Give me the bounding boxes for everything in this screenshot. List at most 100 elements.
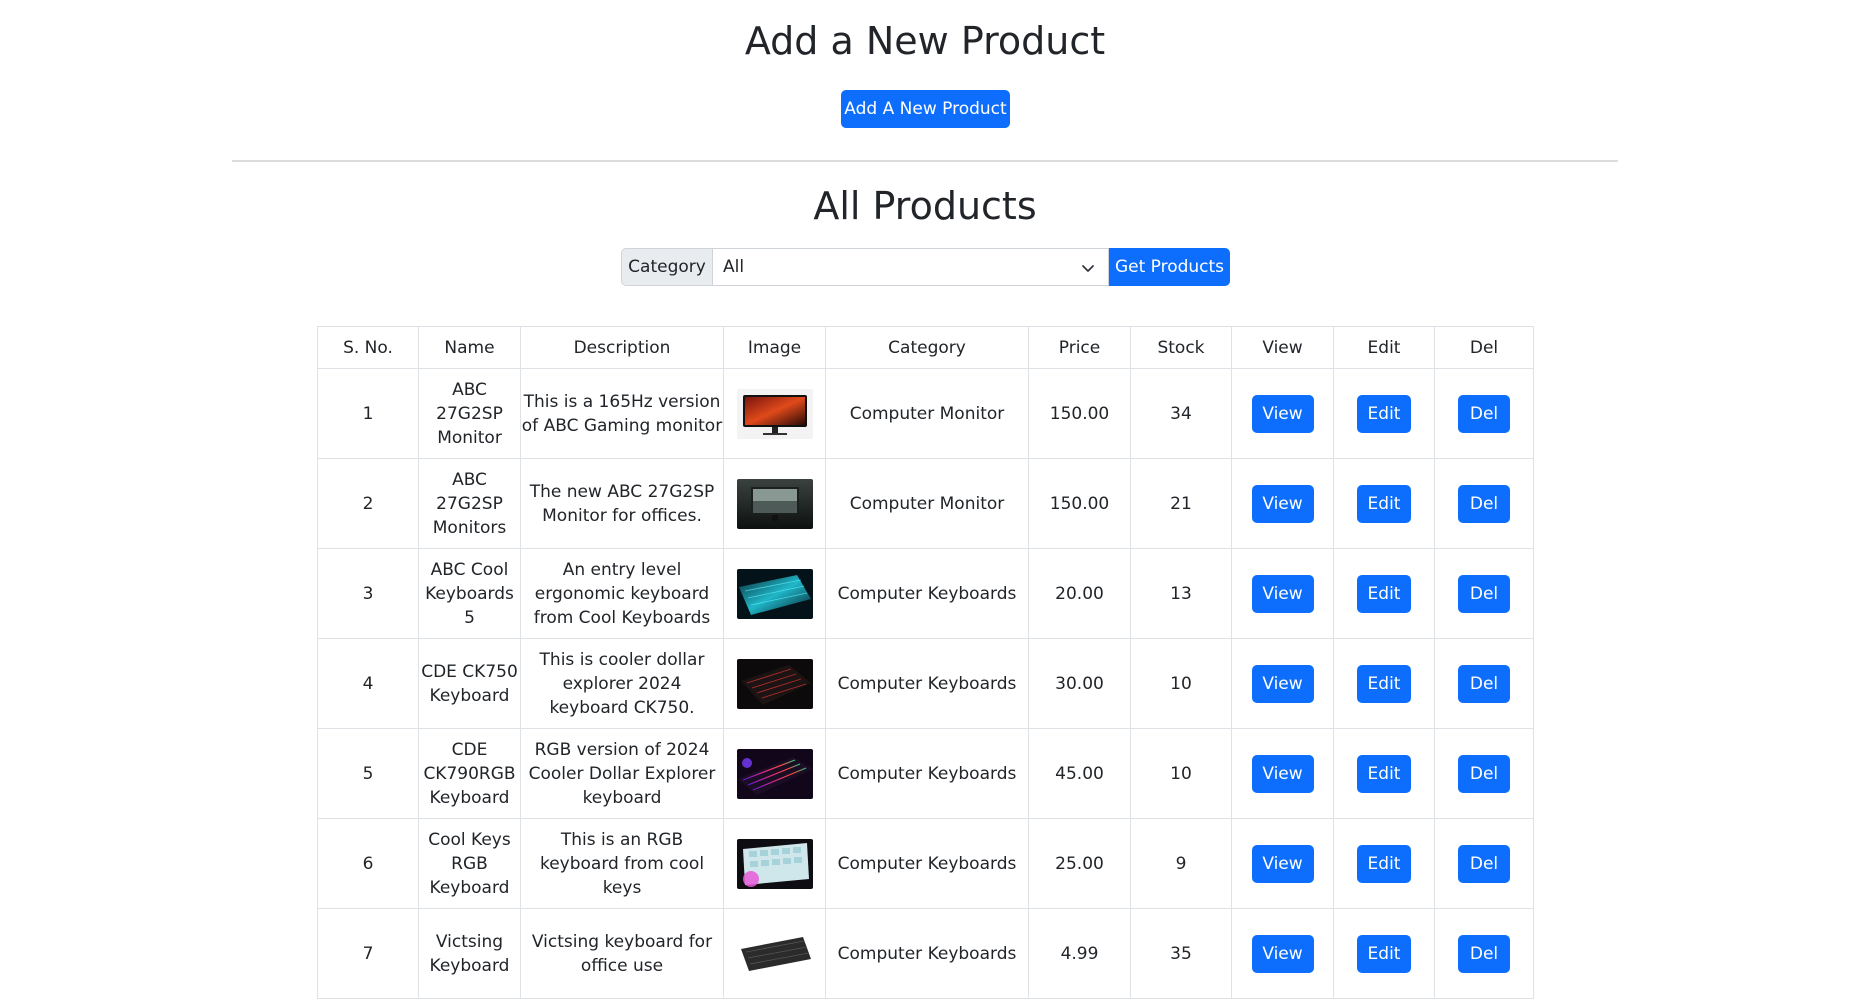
- product-thumbnail-keyboard-red: [736, 658, 813, 709]
- product-thumbnail-keyboard-cyan: [736, 568, 813, 619]
- cell-sno: 3: [317, 548, 419, 639]
- cell-category: Computer Keyboards: [825, 818, 1029, 909]
- cell-stock: 21: [1130, 458, 1232, 549]
- cell-sno: 5: [317, 728, 419, 819]
- page: Add a New Product Add A New Product All …: [0, 0, 1850, 999]
- cell-name: ABC 27G2SP Monitor: [418, 368, 521, 459]
- table-row: 5 CDE CK790RGB Keyboard RGB version of 2…: [317, 728, 1534, 819]
- cell-stock: 9: [1130, 818, 1232, 909]
- delete-button[interactable]: Del: [1458, 934, 1510, 973]
- cell-name: CDE CK750 Keyboard: [418, 638, 521, 729]
- edit-button[interactable]: Edit: [1357, 394, 1411, 433]
- cell-price: 150.00: [1028, 458, 1131, 549]
- view-button[interactable]: View: [1251, 574, 1314, 613]
- table-row: 3 ABC Cool Keyboards 5 An entry level er…: [317, 548, 1534, 639]
- cell-description: RGB version of 2024 Cooler Dollar Explor…: [520, 728, 724, 819]
- cell-price: 150.00: [1028, 368, 1131, 459]
- view-button[interactable]: View: [1251, 934, 1314, 973]
- cell-price: 25.00: [1028, 818, 1131, 909]
- delete-button[interactable]: Del: [1458, 754, 1510, 793]
- cell-category: Computer Keyboards: [825, 548, 1029, 639]
- chevron-down-icon: [1082, 265, 1094, 272]
- cell-name: ABC 27G2SP Monitors: [418, 458, 521, 549]
- cell-price: 45.00: [1028, 728, 1131, 819]
- cell-category: Computer Keyboards: [825, 908, 1029, 999]
- cell-description: This is cooler dollar explorer 2024 keyb…: [520, 638, 724, 729]
- cell-image: [723, 818, 826, 909]
- cell-price: 30.00: [1028, 638, 1131, 729]
- product-thumbnail-monitor-dark: [736, 478, 813, 529]
- cell-image: [723, 638, 826, 729]
- cell-name: Victsing Keyboard: [418, 908, 521, 999]
- edit-button[interactable]: Edit: [1357, 844, 1411, 883]
- category-select-value: All: [723, 257, 745, 277]
- edit-button[interactable]: Edit: [1357, 934, 1411, 973]
- header-view: View: [1231, 326, 1334, 369]
- header-stock: Stock: [1130, 326, 1232, 369]
- view-button[interactable]: View: [1251, 754, 1314, 793]
- table-header-row: S. No. Name Description Image Category P…: [317, 326, 1534, 369]
- cell-category: Computer Keyboards: [825, 728, 1029, 819]
- header-category: Category: [825, 326, 1029, 369]
- cell-category: Computer Keyboards: [825, 638, 1029, 729]
- cell-image: [723, 458, 826, 549]
- view-button[interactable]: View: [1251, 484, 1314, 523]
- header-name: Name: [418, 326, 521, 369]
- cell-name: ABC Cool Keyboards 5: [418, 548, 521, 639]
- cell-stock: 10: [1130, 728, 1232, 819]
- cell-image: [723, 728, 826, 819]
- cell-image: [723, 368, 826, 459]
- cell-description: This is an RGB keyboard from cool keys: [520, 818, 724, 909]
- cell-sno: 4: [317, 638, 419, 729]
- cell-price: 20.00: [1028, 548, 1131, 639]
- category-filter: Category All Get Products: [621, 248, 1230, 286]
- cell-description: This is a 165Hz version of ABC Gaming mo…: [520, 368, 724, 459]
- cell-stock: 34: [1130, 368, 1232, 459]
- cell-sno: 6: [317, 818, 419, 909]
- cell-category: Computer Monitor: [825, 458, 1029, 549]
- table-row: 2 ABC 27G2SP Monitors The new ABC 27G2SP…: [317, 458, 1534, 549]
- cell-image: [723, 548, 826, 639]
- products-table: S. No. Name Description Image Category P…: [317, 326, 1534, 999]
- cell-description: The new ABC 27G2SP Monitor for offices.: [520, 458, 724, 549]
- edit-button[interactable]: Edit: [1357, 574, 1411, 613]
- add-new-product-button[interactable]: Add A New Product: [841, 90, 1010, 128]
- header-del: Del: [1434, 326, 1534, 369]
- section-divider: [232, 160, 1618, 162]
- cell-sno: 2: [317, 458, 419, 549]
- edit-button[interactable]: Edit: [1357, 754, 1411, 793]
- cell-category: Computer Monitor: [825, 368, 1029, 459]
- product-thumbnail-keyboard-rgb: [736, 748, 813, 799]
- cell-stock: 35: [1130, 908, 1232, 999]
- product-thumbnail-keyboard-pastel: [736, 838, 813, 889]
- view-button[interactable]: View: [1251, 844, 1314, 883]
- delete-button[interactable]: Del: [1458, 664, 1510, 703]
- header-edit: Edit: [1333, 326, 1435, 369]
- product-thumbnail-monitor-red: [736, 388, 813, 439]
- category-select[interactable]: All: [713, 248, 1109, 286]
- all-products-title: All Products: [813, 184, 1037, 228]
- category-filter-label: Category: [621, 248, 713, 286]
- cell-stock: 13: [1130, 548, 1232, 639]
- cell-name: Cool Keys RGB Keyboard: [418, 818, 521, 909]
- table-row: 1 ABC 27G2SP Monitor This is a 165Hz ver…: [317, 368, 1534, 459]
- cell-image: [723, 908, 826, 999]
- delete-button[interactable]: Del: [1458, 484, 1510, 523]
- cell-description: Victsing keyboard for office use: [520, 908, 724, 999]
- header-sno: S. No.: [317, 326, 419, 369]
- view-button[interactable]: View: [1251, 394, 1314, 433]
- table-row: 7 Victsing Keyboard Victsing keyboard fo…: [317, 908, 1534, 999]
- header-image: Image: [723, 326, 826, 369]
- table-row: 4 CDE CK750 Keyboard This is cooler doll…: [317, 638, 1534, 729]
- edit-button[interactable]: Edit: [1357, 484, 1411, 523]
- delete-button[interactable]: Del: [1458, 844, 1510, 883]
- header-price: Price: [1028, 326, 1131, 369]
- view-button[interactable]: View: [1251, 664, 1314, 703]
- delete-button[interactable]: Del: [1458, 394, 1510, 433]
- cell-sno: 1: [317, 368, 419, 459]
- add-product-title: Add a New Product: [744, 19, 1106, 63]
- cell-price: 4.99: [1028, 908, 1131, 999]
- delete-button[interactable]: Del: [1458, 574, 1510, 613]
- edit-button[interactable]: Edit: [1357, 664, 1411, 703]
- get-products-button[interactable]: Get Products: [1109, 248, 1230, 286]
